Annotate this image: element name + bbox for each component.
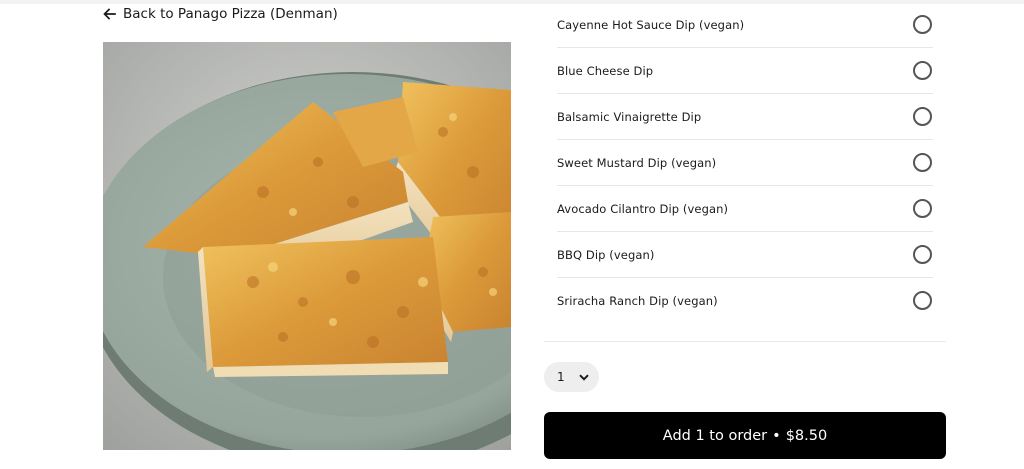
dip-option[interactable]: Avocado Cilantro Dip (vegan) — [557, 186, 933, 232]
radio-button[interactable] — [913, 15, 932, 34]
dip-option-label: Cayenne Hot Sauce Dip (vegan) — [557, 17, 745, 32]
dip-option[interactable]: Blue Cheese Dip — [557, 48, 933, 94]
price-separator: • — [772, 427, 781, 444]
radio-button[interactable] — [913, 245, 932, 264]
radio-button[interactable] — [913, 199, 932, 218]
product-image — [103, 42, 511, 450]
dip-option-label: Sriracha Ranch Dip (vegan) — [557, 293, 718, 308]
section-divider — [544, 341, 946, 342]
dip-option[interactable]: BBQ Dip (vegan) — [557, 232, 933, 278]
radio-button[interactable] — [913, 291, 932, 310]
add-to-order-button[interactable]: Add 1 to order • $8.50 — [544, 412, 946, 459]
dip-options-list: Cayenne Hot Sauce Dip (vegan) Blue Chees… — [557, 2, 933, 323]
dip-option-label: BBQ Dip (vegan) — [557, 247, 655, 262]
chevron-down-icon — [578, 370, 589, 384]
dip-option[interactable]: Sriracha Ranch Dip (vegan) — [557, 278, 933, 323]
dip-option[interactable]: Sweet Mustard Dip (vegan) — [557, 140, 933, 186]
back-link-label: Back to Panago Pizza (Denman) — [123, 6, 338, 22]
dip-option-label: Balsamic Vinaigrette Dip — [557, 109, 702, 124]
dip-option[interactable]: Cayenne Hot Sauce Dip (vegan) — [557, 2, 933, 48]
add-to-order-price: $8.50 — [785, 427, 828, 444]
radio-button[interactable] — [913, 61, 932, 80]
dip-option-label: Avocado Cilantro Dip (vegan) — [557, 201, 729, 216]
dip-option[interactable]: Balsamic Vinaigrette Dip — [557, 94, 933, 140]
quantity-value: 1 — [557, 370, 565, 384]
dip-option-label: Blue Cheese Dip — [557, 63, 654, 78]
radio-button[interactable] — [913, 107, 932, 126]
arrow-left-icon — [103, 8, 116, 20]
quantity-select[interactable]: 1 — [544, 362, 599, 392]
radio-button[interactable] — [913, 153, 932, 172]
dip-option-label: Sweet Mustard Dip (vegan) — [557, 155, 717, 170]
add-to-order-label: Add 1 to order — [662, 427, 768, 444]
back-link[interactable]: Back to Panago Pizza (Denman) — [103, 5, 338, 23]
